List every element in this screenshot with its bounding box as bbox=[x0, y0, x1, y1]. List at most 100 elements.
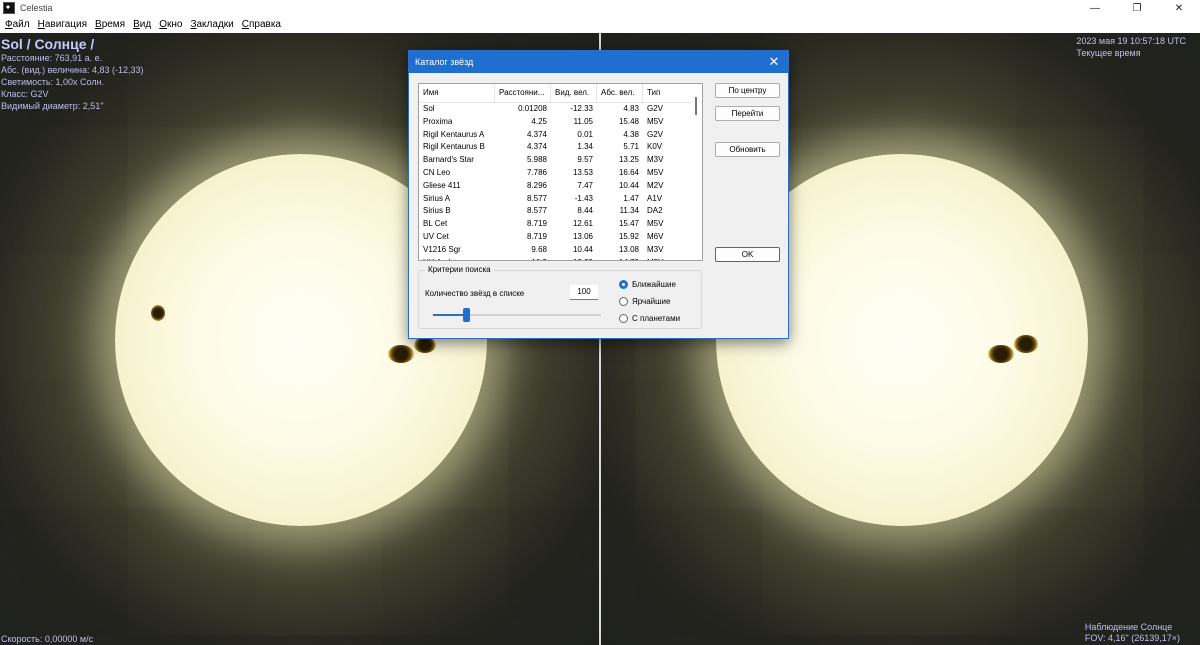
celestia-icon bbox=[3, 2, 15, 14]
time-mode: Текущее время bbox=[1076, 48, 1141, 58]
table-row[interactable]: Gliese 411 8.296 7.47 10.44 M2V bbox=[419, 180, 691, 193]
star-catalog-dialog: Каталог звёзд ✕ Имя Расстояни... Вид. ве… bbox=[408, 50, 789, 339]
table-row[interactable]: Sirius A 8.577 -1.43 1.47 A1V bbox=[419, 193, 691, 206]
list-header: Имя Расстояни... Вид. вел. Абс. вел. Тип bbox=[419, 84, 702, 103]
cell-name: Proxima bbox=[423, 116, 453, 126]
cell-distance: 8.296 bbox=[526, 180, 547, 190]
cell-name: Rigil Kentaurus B bbox=[423, 142, 485, 152]
cell-name: Rigil Kentaurus A bbox=[423, 129, 485, 139]
dialog-titlebar[interactable]: Каталог звёзд ✕ bbox=[409, 51, 788, 73]
window-title: Celestia bbox=[20, 3, 53, 13]
menu-mnemonic: В bbox=[95, 19, 102, 30]
menu-label: кно bbox=[166, 19, 183, 30]
radio-button-icon[interactable] bbox=[619, 314, 628, 323]
cell-distance: 8.577 bbox=[526, 206, 547, 216]
dialog-close-icon[interactable]: ✕ bbox=[766, 54, 782, 70]
cell-abs-mag: 15.47 bbox=[618, 219, 639, 229]
refresh-button[interactable]: Обновить bbox=[715, 142, 780, 157]
center-button[interactable]: По центру bbox=[715, 83, 780, 98]
menu-time[interactable]: Время bbox=[92, 19, 128, 30]
cell-name: BL Cet bbox=[423, 219, 448, 229]
restore-button[interactable]: ❐ bbox=[1116, 0, 1158, 16]
close-button[interactable]: ✕ bbox=[1158, 0, 1200, 16]
cell-distance: 10.3 bbox=[495, 257, 551, 260]
cell-name: Sirius A bbox=[423, 193, 451, 203]
dialog-title: Каталог звёзд bbox=[415, 57, 474, 67]
cell-abs-mag: 13.25 bbox=[618, 155, 639, 165]
cell-type: K0V bbox=[647, 142, 663, 152]
table-row[interactable]: Rigil Kentaurus B 4.374 1.34 5.71 K0V bbox=[419, 141, 691, 154]
radio-button-icon[interactable] bbox=[619, 297, 628, 306]
menu-label: ремя bbox=[101, 19, 126, 30]
sunspot bbox=[988, 345, 1014, 363]
cell-app-mag: 12.61 bbox=[572, 219, 593, 229]
star-count-slider[interactable] bbox=[433, 314, 601, 316]
star-list[interactable]: Имя Расстояни... Вид. вел. Абс. вел. Тип… bbox=[418, 83, 703, 261]
cell-type: M5V bbox=[643, 257, 691, 260]
menu-mnemonic: Ф bbox=[5, 19, 13, 30]
cell-abs-mag: 11.34 bbox=[619, 206, 639, 216]
cell-type: M3V bbox=[647, 155, 664, 165]
cell-app-mag: 1.34 bbox=[577, 142, 593, 152]
table-row[interactable]: Sol 0.01208 -12.33 4.83 G2V bbox=[419, 103, 691, 116]
info-luminosity: Светимость: 1,00х Солн. bbox=[1, 77, 105, 87]
menu-help[interactable]: Справка bbox=[239, 19, 284, 30]
table-row[interactable]: V1216 Sgr 9.68 10.44 13.08 M3V bbox=[419, 244, 691, 257]
menu-view[interactable]: Вид bbox=[130, 19, 154, 30]
cell-app-mag: 13.06 bbox=[572, 231, 593, 241]
cell-distance: 8.577 bbox=[526, 193, 547, 203]
star-count-input[interactable]: 100 bbox=[570, 285, 598, 300]
menu-bookmarks[interactable]: Закладки bbox=[187, 19, 236, 30]
menu-bar: Файл Навигация Время Вид Окно Закладки С… bbox=[0, 16, 1200, 33]
list-scrollbar[interactable] bbox=[691, 85, 701, 259]
cell-app-mag: 0.01 bbox=[577, 129, 593, 139]
menu-label: айл bbox=[12, 19, 30, 30]
menu-file[interactable]: Файл bbox=[2, 19, 33, 30]
minimize-button[interactable]: — bbox=[1074, 0, 1116, 16]
table-row[interactable]: Sirius B 8.577 8.44 11.34 DA2 bbox=[419, 205, 691, 218]
sunspot bbox=[151, 305, 165, 321]
menu-navigation[interactable]: Навигация bbox=[35, 19, 90, 30]
fov-readout: FOV: 4,16" (26139,17×) bbox=[1084, 633, 1180, 643]
menu-mnemonic: В bbox=[133, 19, 140, 30]
goto-button[interactable]: Перейти bbox=[715, 106, 780, 121]
table-row[interactable]: BL Cet 8.719 12.61 15.47 M5V bbox=[419, 218, 691, 231]
cell-distance: 9.68 bbox=[531, 244, 547, 254]
table-row[interactable]: UV Cet 8.719 13.06 15.92 M6V bbox=[419, 231, 691, 244]
tracking-readout: Наблюдение Солнце bbox=[1084, 622, 1173, 632]
time-info: 2023 мая 19 10:57:18 UTC Текущее время bbox=[1076, 35, 1186, 59]
column-header-name[interactable]: Имя bbox=[419, 84, 495, 102]
window-controls: — ❐ ✕ bbox=[1074, 0, 1200, 16]
table-row[interactable]: CN Leo 7.786 13.53 16.64 M5V bbox=[419, 167, 691, 180]
cell-abs-mag: 16.64 bbox=[618, 167, 639, 177]
table-row[interactable]: HH And10.312.2914.79M5V bbox=[419, 257, 691, 260]
menu-window[interactable]: Окно bbox=[156, 19, 185, 30]
menu-label: правка bbox=[248, 19, 281, 30]
slider-thumb[interactable] bbox=[463, 308, 471, 322]
cell-distance: 4.25 bbox=[531, 116, 547, 126]
ok-button[interactable]: OK bbox=[715, 247, 780, 262]
table-row[interactable]: Proxima 4.25 11.05 15.48 M5V bbox=[419, 116, 691, 129]
cell-name: UV Cet bbox=[423, 231, 449, 241]
cell-name: Barnard's Star bbox=[423, 155, 474, 165]
cell-app-mag: 11.05 bbox=[573, 116, 593, 126]
cell-name: Sol bbox=[423, 104, 435, 113]
cell-type: M6V bbox=[647, 231, 664, 241]
cell-app-mag: 8.44 bbox=[577, 206, 593, 216]
radio-button-icon[interactable] bbox=[619, 280, 628, 289]
table-row[interactable]: Rigil Kentaurus A 4.374 0.01 4.38 G2V bbox=[419, 129, 691, 142]
column-header-distance[interactable]: Расстояни... bbox=[495, 84, 551, 102]
column-header-type[interactable]: Тип bbox=[643, 84, 691, 102]
scrollbar-thumb[interactable] bbox=[695, 97, 697, 115]
search-criteria-group: Критерии поиска Количество звёзд в списк… bbox=[418, 265, 702, 329]
radio-nearest[interactable]: Ближайшие bbox=[619, 280, 676, 289]
sunspot bbox=[388, 345, 414, 363]
menu-label: акладки bbox=[196, 19, 234, 30]
cell-abs-mag: 15.92 bbox=[618, 231, 639, 241]
column-header-apparent-magnitude[interactable]: Вид. вел. bbox=[551, 84, 597, 102]
radio-brightest[interactable]: Ярчайшие bbox=[619, 297, 670, 306]
radio-with-planets[interactable]: С планетами bbox=[619, 314, 680, 323]
table-row[interactable]: Barnard's Star 5.988 9.57 13.25 M3V bbox=[419, 154, 691, 167]
cell-type: M3V bbox=[647, 244, 664, 254]
column-header-absolute-magnitude[interactable]: Абс. вел. bbox=[597, 84, 643, 102]
